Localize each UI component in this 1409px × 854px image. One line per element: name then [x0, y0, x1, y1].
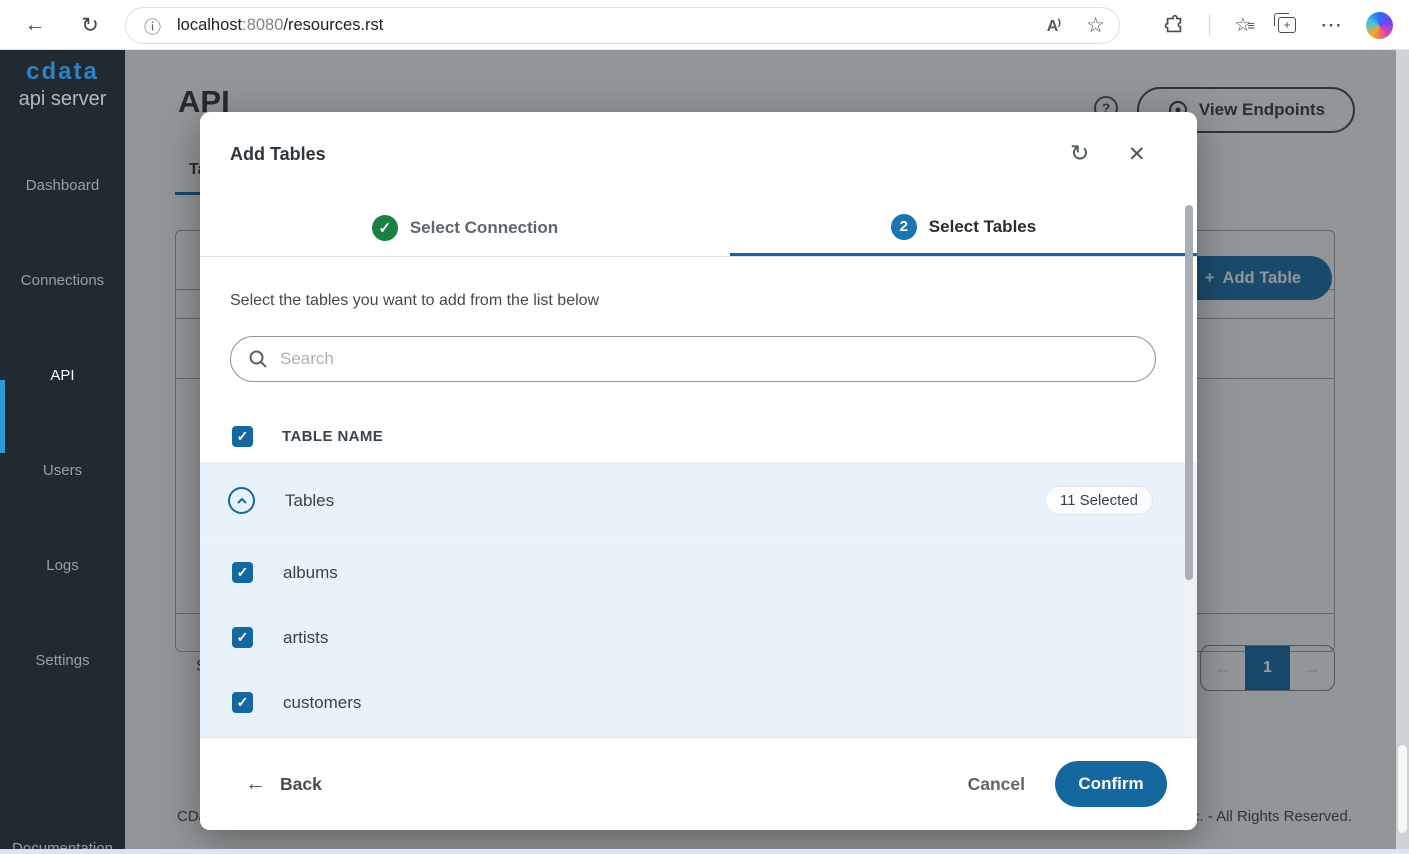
address-bar-actions: A⁾ ☆ — [1047, 8, 1105, 43]
step-done-check-icon: ✓ — [372, 215, 398, 241]
copilot-icon[interactable] — [1366, 12, 1393, 39]
browser-extensions-row: ☆≡ + ⋯ — [1163, 0, 1409, 50]
read-aloud-icon[interactable]: A⁾ — [1047, 16, 1060, 36]
table-row-label: customers — [283, 693, 361, 713]
modal-title: Add Tables — [230, 144, 326, 165]
instruction-text: Select the tables you want to add from t… — [230, 292, 599, 310]
search-input[interactable] — [280, 349, 1120, 369]
cancel-button[interactable]: Cancel — [968, 774, 1025, 795]
step-select-connection-label: Select Connection — [410, 218, 558, 238]
url-text[interactable]: localhost:8080/resources.rst — [177, 16, 383, 35]
selected-count-badge: 11 Selected — [1045, 486, 1153, 515]
logo-cdata: cdata — [0, 58, 125, 86]
table-row-artists[interactable]: ✓ artists — [200, 605, 1197, 670]
logo-api-server: api server — [0, 88, 125, 111]
add-tables-modal: Add Tables ↻ ✕ ✓ Select Connection 2 Sel… — [200, 112, 1197, 830]
table-row-label: albums — [283, 563, 338, 583]
row-checkbox[interactable]: ✓ — [232, 627, 253, 648]
page-scrollbar[interactable] — [1396, 50, 1409, 854]
back-label: Back — [280, 774, 322, 795]
screen: ← ↻ ⓘ localhost:8080/resources.rst A⁾ ☆ … — [0, 0, 1409, 854]
favorite-star-icon[interactable]: ☆ — [1086, 13, 1105, 38]
step-select-tables[interactable]: 2 Select Tables — [730, 200, 1197, 256]
group-label: Tables — [285, 491, 334, 511]
sidebar-item-users[interactable]: Users — [0, 462, 125, 479]
stepper: ✓ Select Connection 2 Select Tables — [200, 200, 1197, 257]
list-header-row: ✓ TABLE NAME — [200, 410, 1197, 462]
browser-toolbar: ← ↻ ⓘ localhost:8080/resources.rst A⁾ ☆ … — [0, 0, 1409, 50]
url-path: /resources.rst — [283, 16, 383, 34]
sidebar: cdata api server Dashboard Connections A… — [0, 50, 125, 854]
address-bar[interactable]: ⓘ localhost:8080/resources.rst A⁾ ☆ — [125, 7, 1120, 44]
refresh-icon[interactable]: ↻ — [1070, 140, 1089, 167]
sidebar-item-connections[interactable]: Connections — [0, 272, 125, 289]
url-host: localhost — [177, 16, 242, 34]
tables-list: Tables 11 Selected ✓ albums ✓ artists ✓ … — [200, 462, 1197, 737]
search-icon — [248, 349, 268, 369]
sidebar-item-dashboard[interactable]: Dashboard — [0, 177, 125, 194]
table-row-albums[interactable]: ✓ albums — [200, 540, 1197, 605]
step-number-badge: 2 — [891, 214, 917, 240]
step-select-connection[interactable]: ✓ Select Connection — [200, 200, 730, 256]
browser-back-icon[interactable]: ← — [19, 10, 51, 40]
collections-icon[interactable]: + — [1278, 17, 1296, 33]
table-row-customers[interactable]: ✓ customers — [200, 670, 1197, 735]
bottom-edge-strip — [0, 849, 1409, 854]
page-scrollbar-thumb[interactable] — [1398, 745, 1407, 833]
sidebar-item-logs[interactable]: Logs — [0, 557, 125, 574]
table-row-label: artists — [283, 628, 328, 648]
app-logo: cdata api server — [0, 58, 125, 111]
confirm-button[interactable]: Confirm — [1055, 761, 1167, 807]
sidebar-item-settings[interactable]: Settings — [0, 652, 125, 669]
modal-scrollbar[interactable] — [1185, 205, 1193, 737]
site-info-icon[interactable]: ⓘ — [144, 13, 161, 38]
row-checkbox[interactable]: ✓ — [232, 692, 253, 713]
collapse-chevron-icon[interactable] — [228, 487, 255, 514]
back-button[interactable]: ← Back — [245, 772, 322, 796]
modal-footer: ← Back Cancel Confirm — [200, 737, 1197, 830]
browser-reload-icon[interactable]: ↻ — [74, 10, 106, 40]
close-icon[interactable]: ✕ — [1128, 142, 1146, 167]
row-checkbox[interactable]: ✓ — [232, 562, 253, 583]
search-field[interactable] — [230, 336, 1156, 382]
select-all-checkbox[interactable]: ✓ — [232, 426, 253, 447]
sidebar-item-api[interactable]: API — [0, 367, 125, 384]
favorites-bar-icon[interactable]: ☆≡ — [1234, 14, 1254, 37]
browser-menu-icon[interactable]: ⋯ — [1320, 12, 1342, 38]
modal-header: Add Tables ↻ ✕ — [200, 112, 1197, 200]
url-port: :8080 — [242, 16, 283, 34]
extensions-icon[interactable] — [1163, 14, 1185, 36]
active-item-indicator — [0, 380, 5, 453]
table-name-header: TABLE NAME — [282, 428, 383, 445]
step-select-tables-label: Select Tables — [929, 217, 1036, 237]
toolbar-divider — [1209, 14, 1210, 36]
modal-scrollbar-thumb[interactable] — [1185, 205, 1193, 580]
group-row-tables[interactable]: Tables 11 Selected — [200, 462, 1197, 540]
back-arrow-icon: ← — [245, 772, 266, 796]
